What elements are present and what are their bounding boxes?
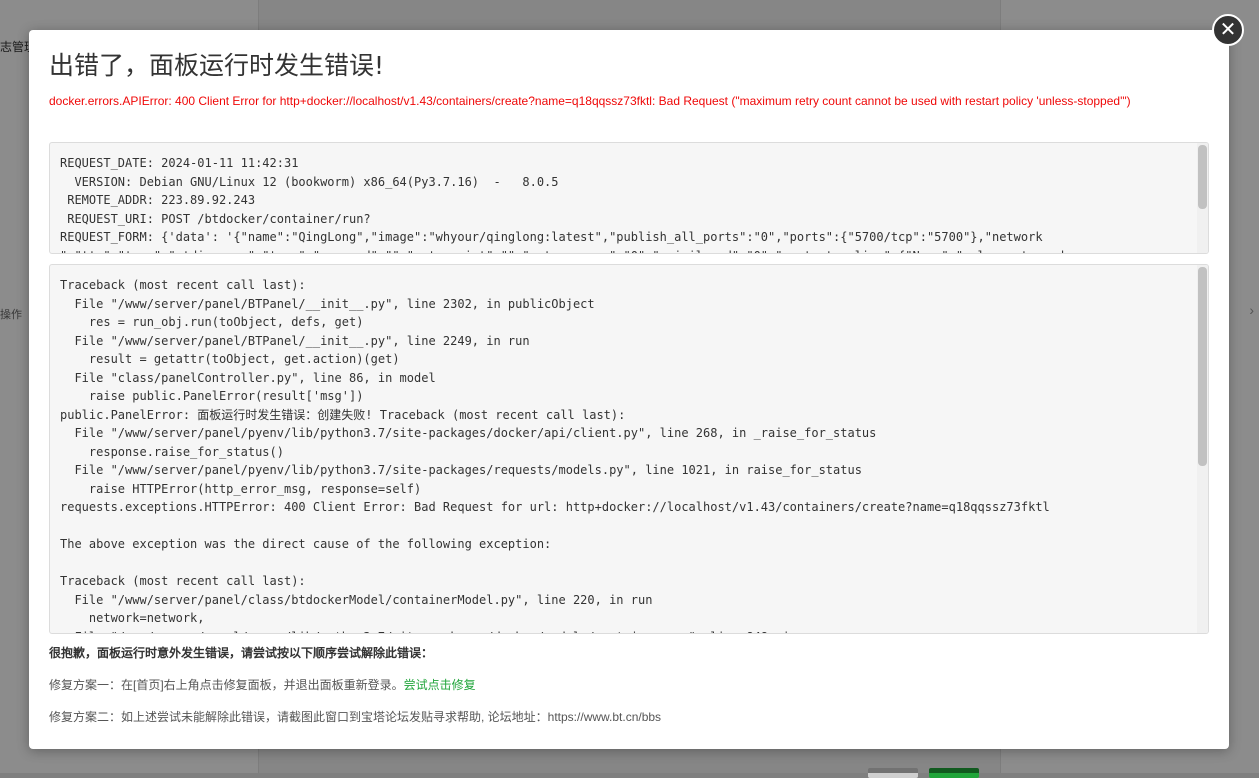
dialog-title: 出错了，面板运行时发生错误! xyxy=(49,51,385,80)
fix-option-1-text: 修复方案一：在[首页]右上角点击修复面板，并退出面板重新登录。 xyxy=(49,678,404,692)
traceback-scrollbar[interactable] xyxy=(1197,265,1208,633)
traceback-scroll-thumb[interactable] xyxy=(1198,267,1207,466)
request-info-scrollbar[interactable] xyxy=(1197,143,1208,253)
fix-option-1: 修复方案一：在[首页]右上角点击修复面板，并退出面板重新登录。尝试点击修复 xyxy=(49,676,476,693)
repair-link[interactable]: 尝试点击修复 xyxy=(404,678,476,692)
traceback-box[interactable]: Traceback (most recent call last): File … xyxy=(49,264,1209,634)
traceback-text: Traceback (most recent call last): File … xyxy=(60,278,1050,633)
request-info-box[interactable]: REQUEST_DATE: 2024-01-11 11:42:31 VERSIO… xyxy=(49,142,1209,254)
help-title: 很抱歉，面板运行时意外发生错误，请尝试按以下顺序尝试解除此错误： xyxy=(49,646,434,660)
error-message: docker.errors.APIError: 400 Client Error… xyxy=(49,94,1131,108)
request-info-text: REQUEST_DATE: 2024-01-11 11:42:31 VERSIO… xyxy=(60,156,1064,253)
fix-option-2: 修复方案二：如上述尝试未能解除此错误，请截图此窗口到宝塔论坛发贴寻求帮助, 论坛… xyxy=(49,710,662,724)
close-icon[interactable]: ✕ xyxy=(1212,14,1244,46)
request-info-scroll-thumb[interactable] xyxy=(1198,145,1207,209)
error-dialog: 出错了，面板运行时发生错误! docker.errors.APIError: 4… xyxy=(29,30,1229,749)
